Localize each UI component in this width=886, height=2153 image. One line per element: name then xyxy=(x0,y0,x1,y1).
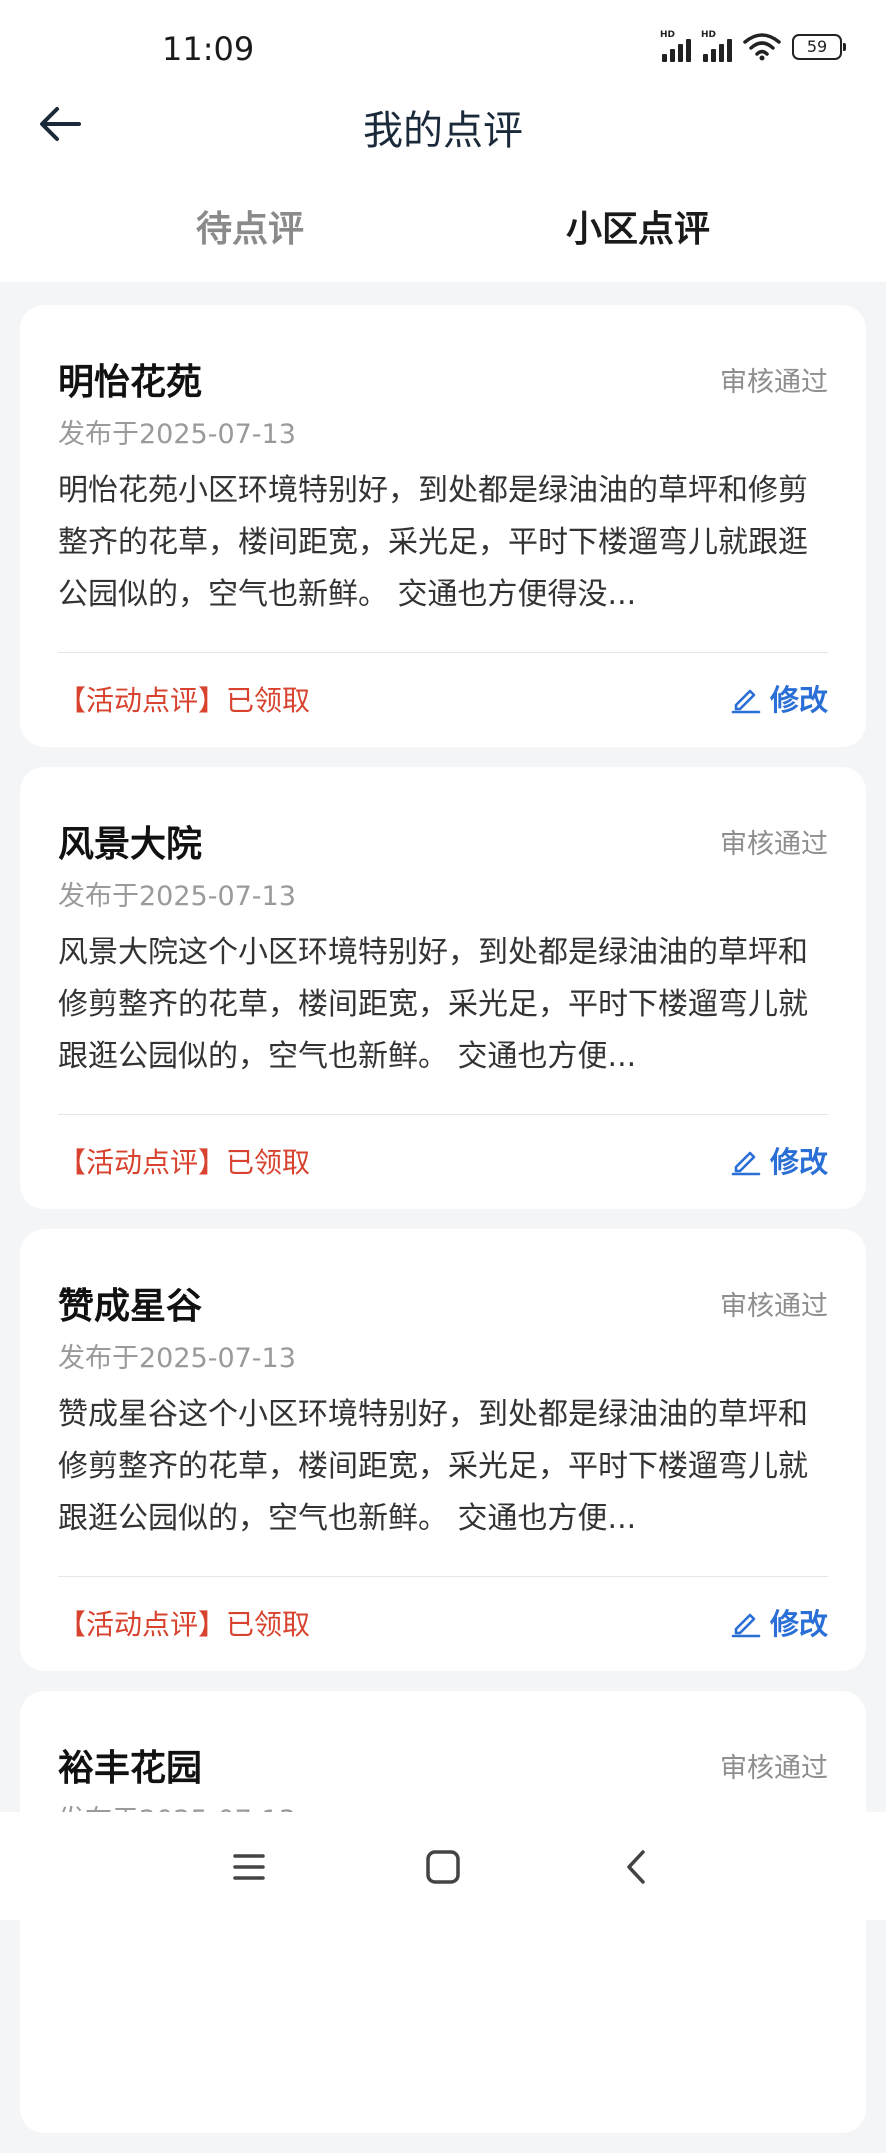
review-text: 赞成星谷这个小区环境特别好，到处都是绿油油的草坪和修剪整齐的花草，楼间距宽，采光… xyxy=(58,1397,808,1536)
battery-indicator: 59 xyxy=(792,34,846,60)
review-card[interactable]: 风景大院 审核通过 发布于2025-07-13 风景大院这个小区环境特别好，到处… xyxy=(20,767,866,1209)
review-text: 明怡花苑小区环境特别好，到处都是绿油油的草坪和修剪整齐的花草，楼间距宽，采光足，… xyxy=(58,473,808,612)
edit-label: 修改 xyxy=(769,683,828,717)
tab-pending-reviews[interactable]: 待点评 xyxy=(196,200,304,252)
activity-tag: 【活动点评】已领取 xyxy=(58,684,311,717)
publish-date: 发布于2025-07-13 xyxy=(58,1343,296,1374)
community-name: 风景大院 xyxy=(58,824,203,865)
publish-date: 发布于2025-07-13 xyxy=(58,419,296,450)
edit-button[interactable]: 修改 xyxy=(730,677,828,719)
nav-bar: 我的点评 xyxy=(0,88,886,158)
page-title: 我的点评 xyxy=(363,108,523,154)
status-icons: HD HD 59 xyxy=(660,30,846,62)
recent-apps-button[interactable] xyxy=(224,1842,274,1892)
menu-icon xyxy=(233,1854,265,1880)
wifi-icon xyxy=(743,33,781,61)
review-status: 审核通过 xyxy=(720,367,828,398)
tab-bar: 待点评 小区点评 xyxy=(0,190,886,260)
edit-label: 修改 xyxy=(769,1145,828,1179)
top-panel: 11:09 HD HD 59 我的点评 待点评 小区点评 xyxy=(0,0,886,282)
signal-icon-2: HD xyxy=(701,30,732,62)
review-status: 审核通过 xyxy=(720,829,828,860)
community-name: 裕丰花园 xyxy=(58,1748,203,1789)
system-back-button[interactable] xyxy=(612,1842,662,1892)
home-button[interactable] xyxy=(418,1842,468,1892)
review-status: 审核通过 xyxy=(720,1753,828,1784)
community-name: 明怡花苑 xyxy=(58,362,203,403)
activity-tag: 【活动点评】已领取 xyxy=(58,1146,311,1179)
edit-button[interactable]: 修改 xyxy=(730,1601,828,1643)
publish-date: 发布于2025-07-13 xyxy=(58,881,296,912)
pencil-icon xyxy=(731,689,761,714)
pencil-icon xyxy=(731,1613,761,1638)
activity-tag: 【活动点评】已领取 xyxy=(58,1608,311,1641)
tab-label: 小区点评 xyxy=(566,209,711,250)
divider xyxy=(58,1576,828,1577)
divider xyxy=(58,1114,828,1115)
community-name: 赞成星谷 xyxy=(58,1286,203,1327)
divider xyxy=(58,652,828,653)
review-card[interactable]: 赞成星谷 审核通过 发布于2025-07-13 赞成星谷这个小区环境特别好，到处… xyxy=(20,1229,866,1671)
review-card[interactable]: 明怡花苑 审核通过 发布于2025-07-13 明怡花苑小区环境特别好，到处都是… xyxy=(20,305,866,747)
status-bar: 11:09 HD HD 59 xyxy=(0,0,886,100)
signal-icon: HD xyxy=(660,30,691,62)
tab-community-reviews[interactable]: 小区点评 xyxy=(560,200,711,258)
review-text: 风景大院这个小区环境特别好，到处都是绿油油的草坪和修剪整齐的花草，楼间距宽，采光… xyxy=(58,935,808,1074)
review-status: 审核通过 xyxy=(720,1291,828,1322)
edit-label: 修改 xyxy=(769,1607,828,1641)
chevron-left-icon xyxy=(627,1850,645,1884)
status-time: 11:09 xyxy=(162,30,255,68)
home-square-icon xyxy=(426,1850,460,1884)
system-navigation-bar xyxy=(0,1812,886,1920)
edit-button[interactable]: 修改 xyxy=(730,1139,828,1181)
pencil-icon xyxy=(731,1151,761,1176)
